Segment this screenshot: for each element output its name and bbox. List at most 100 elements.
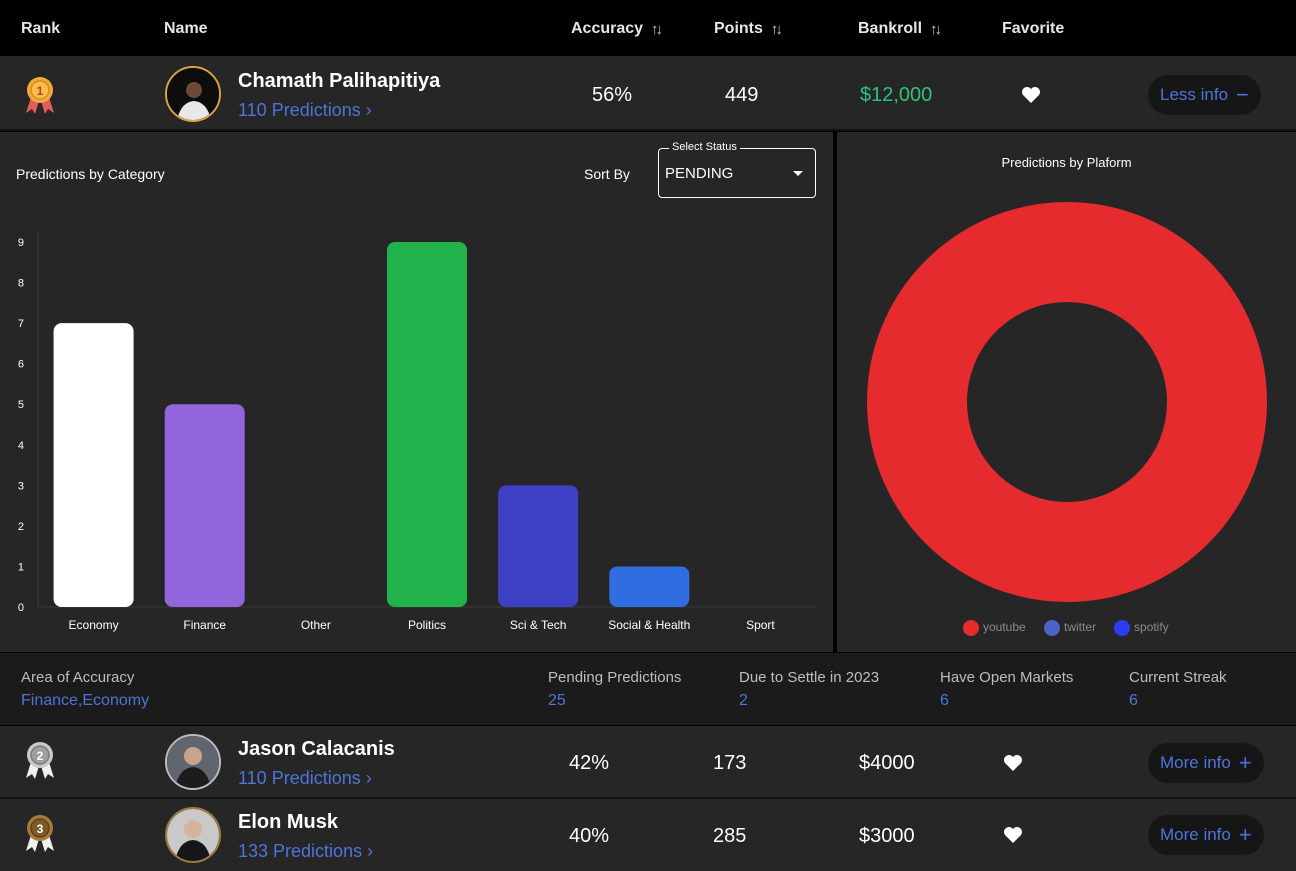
player-name[interactable]: Elon Musk [238, 811, 338, 834]
legend-swatch-youtube [963, 620, 979, 636]
favorite-header: Favorite [1002, 20, 1064, 38]
avatar-image [167, 736, 219, 788]
table-row[interactable]: 3 Elon Musk 133 Predictions › 40% 285 $3… [0, 799, 1296, 871]
more-info-label: More info [1160, 825, 1231, 844]
area-of-accuracy-label: Area of Accuracy [21, 669, 135, 686]
svg-text:2: 2 [37, 749, 44, 763]
bar-politics[interactable] [387, 242, 467, 607]
chevron-right-icon: › [365, 100, 372, 120]
x-tick-label: Social & Health [608, 618, 690, 632]
player-name[interactable]: Jason Calacanis [238, 738, 395, 761]
sort-icon[interactable]: ↑↓ [651, 21, 663, 38]
legend-label-youtube[interactable]: youtube [983, 620, 1026, 634]
plus-icon: + [1238, 822, 1252, 847]
table-row[interactable]: 2 Jason Calacanis 110 Predictions › 42% … [0, 726, 1296, 799]
favorite-header-label: Favorite [1002, 20, 1065, 37]
y-tick-label: 5 [18, 399, 24, 411]
due-to-settle-value: 2 [739, 692, 748, 709]
chevron-right-icon: › [365, 768, 372, 788]
pending-predictions-label: Pending Predictions [548, 669, 682, 686]
rank-header-label: Rank [21, 20, 61, 37]
rank-header: Rank [21, 20, 60, 38]
more-info-button[interactable]: More info + [1148, 815, 1264, 855]
points-header-label: Points [714, 20, 763, 37]
current-streak-value: 6 [1129, 692, 1138, 709]
y-tick-label: 2 [18, 521, 24, 533]
x-tick-label: Economy [69, 618, 119, 632]
current-streak-label: Current Streak [1129, 669, 1227, 686]
due-to-settle-label: Due to Settle in 2023 [739, 669, 880, 686]
predictions-link[interactable]: 133 Predictions › [238, 841, 373, 862]
points-header[interactable]: Points ↑↓ [714, 20, 783, 38]
avatar-image [167, 68, 219, 120]
points-value: 173 [713, 752, 747, 774]
stats-bar: Area of Accuracy Finance,Economy Pending… [0, 653, 1296, 725]
less-info-button[interactable]: Less info − [1148, 75, 1261, 115]
bankroll-value: $12,000 [860, 84, 933, 106]
points-value: 285 [713, 825, 747, 847]
open-markets-label: Have Open Markets [940, 669, 1074, 686]
y-tick-label: 1 [18, 561, 24, 573]
legend-swatch-spotify [1114, 620, 1130, 636]
y-tick-label: 0 [18, 602, 24, 614]
player-name[interactable]: Chamath Palihapitiya [238, 70, 440, 93]
open-markets-value: 6 [940, 692, 949, 709]
predictions-link[interactable]: 110 Predictions › [238, 768, 372, 789]
avatar[interactable] [165, 734, 221, 790]
heart-icon[interactable] [1003, 826, 1023, 844]
bankroll-value: $4000 [859, 752, 915, 774]
accuracy-value: 42% [569, 752, 610, 774]
accuracy-header[interactable]: Accuracy ↑↓ [571, 20, 663, 38]
slice-youtube[interactable] [867, 202, 1267, 602]
minus-icon: − [1236, 82, 1249, 107]
heart-icon[interactable] [1003, 754, 1023, 772]
less-info-label: Less info [1160, 85, 1229, 104]
accuracy-header-label: Accuracy [571, 20, 644, 37]
predictions-link-label: 110 Predictions [238, 100, 361, 120]
y-tick-label: 9 [18, 237, 24, 249]
legend-swatch-twitter [1044, 620, 1060, 636]
x-tick-label: Sci & Tech [510, 618, 566, 632]
bankroll-header-label: Bankroll [858, 20, 923, 37]
y-tick-label: 7 [18, 318, 24, 330]
avatar[interactable] [165, 807, 221, 863]
x-tick-label: Sport [746, 618, 775, 632]
platform-donut-chart: youtube twitter spotify [867, 202, 1267, 636]
heart-icon[interactable] [1021, 86, 1041, 104]
category-bar-chart: 0 1 2 3 4 5 6 7 8 9 Economy Finance Other Politics Sci… [18, 232, 816, 632]
avatar-image [167, 809, 219, 861]
chevron-right-icon: › [367, 841, 374, 861]
x-tick-label: Finance [183, 618, 226, 632]
table-row[interactable]: 1 Chamath Palihapitiya 110 Predictions ›… [0, 57, 1296, 131]
avatar[interactable] [165, 66, 221, 122]
accuracy-value: 56% [592, 84, 633, 106]
predictions-link[interactable]: 110 Predictions › [238, 100, 372, 121]
name-header-label: Name [164, 20, 208, 37]
table-header: Rank Name Accuracy ↑↓ Points ↑↓ Bankroll ↑↓… [0, 0, 1296, 57]
legend-label-twitter[interactable]: twitter [1064, 620, 1096, 634]
name-header: Name [164, 20, 208, 38]
y-tick-label: 6 [18, 359, 24, 371]
sort-icon[interactable]: ↑↓ [771, 21, 783, 38]
bar-finance[interactable] [164, 404, 245, 607]
more-info-label: More info [1160, 753, 1231, 772]
bar-social-health[interactable] [609, 566, 690, 607]
accuracy-value: 40% [569, 825, 610, 847]
area-of-accuracy-value: Finance,Economy [21, 692, 150, 709]
y-tick-label: 4 [18, 440, 24, 452]
bronze-medal-icon: 3 [26, 815, 54, 852]
bar-economy[interactable] [53, 323, 134, 607]
svg-text:3: 3 [37, 822, 44, 836]
svg-text:1: 1 [37, 84, 44, 98]
more-info-button[interactable]: More info + [1148, 743, 1264, 783]
bankroll-header[interactable]: Bankroll ↑↓ [858, 20, 942, 38]
y-tick-label: 3 [18, 480, 24, 492]
gold-medal-icon: 1 [26, 77, 54, 114]
x-tick-label: Other [301, 618, 331, 632]
y-tick-label: 8 [18, 278, 24, 290]
bar-sci-tech[interactable] [498, 485, 579, 607]
x-tick-label: Politics [408, 618, 446, 632]
legend-label-spotify[interactable]: spotify [1134, 620, 1169, 634]
predictions-link-label: 110 Predictions [238, 768, 361, 788]
sort-icon[interactable]: ↑↓ [930, 21, 942, 38]
